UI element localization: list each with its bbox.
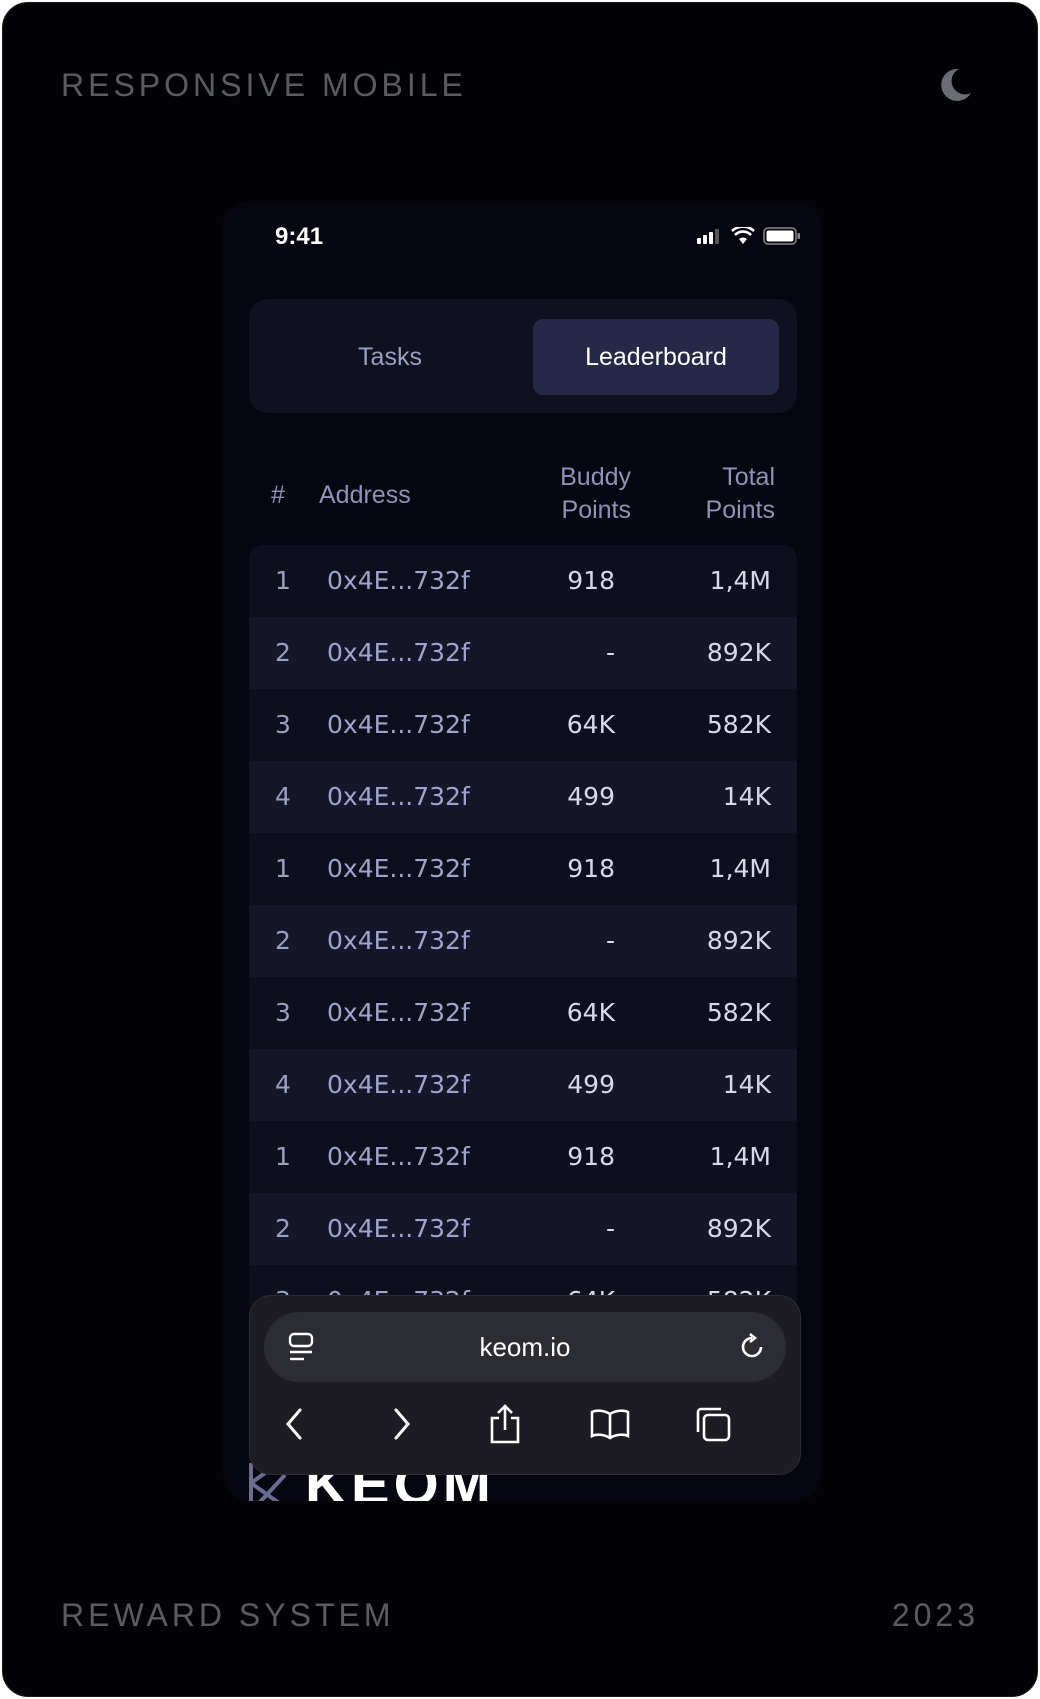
status-icons — [697, 227, 801, 245]
row-buddy-points: 64K — [566, 998, 615, 1027]
table-row[interactable]: 1 0x4E...732f 918 1,4M — [249, 833, 797, 905]
signal-icon — [697, 229, 719, 244]
header-buddy-line1: Buddy — [560, 463, 631, 491]
row-buddy-points: 918 — [567, 566, 615, 595]
row-rank: 4 — [275, 782, 291, 811]
row-rank: 1 — [275, 854, 291, 883]
bookmarks-button[interactable] — [580, 1394, 640, 1454]
table-row[interactable]: 4 0x4E...732f 499 14K — [249, 761, 797, 833]
tab-leaderboard[interactable]: Leaderboard — [533, 319, 779, 395]
row-address: 0x4E...732f — [327, 566, 470, 595]
url-bar[interactable]: keom.io — [264, 1312, 786, 1382]
status-time: 9:41 — [275, 223, 324, 250]
header-total-points: Total Points — [706, 461, 775, 527]
header-buddy-points: Buddy Points — [560, 461, 631, 527]
row-address: 0x4E...732f — [327, 638, 470, 667]
row-rank: 1 — [275, 1142, 291, 1171]
row-rank: 2 — [275, 926, 291, 955]
row-buddy-points: - — [605, 1214, 615, 1243]
row-total-points: 892K — [706, 1214, 771, 1243]
row-buddy-points: 918 — [567, 1142, 615, 1171]
battery-icon — [763, 227, 800, 245]
row-address: 0x4E...732f — [327, 1070, 470, 1099]
header-total-line1: Total — [722, 463, 775, 491]
table-row[interactable]: 2 0x4E...732f - 892K — [249, 1193, 797, 1265]
row-total-points: 14K — [722, 1070, 771, 1099]
tab-tasks[interactable]: Tasks — [267, 319, 513, 395]
row-rank: 1 — [275, 566, 291, 595]
row-address: 0x4E...732f — [327, 998, 470, 1027]
row-total-points: 892K — [706, 926, 771, 955]
header-total-line2: Points — [705, 496, 775, 524]
table-row[interactable]: 1 0x4E...732f 918 1,4M — [249, 1121, 797, 1193]
row-buddy-points: 64K — [566, 710, 615, 739]
row-buddy-points: 499 — [567, 1070, 615, 1099]
row-address: 0x4E...732f — [327, 1142, 470, 1171]
table-header: # Address Buddy Points Total Points — [249, 457, 797, 537]
row-buddy-points: - — [605, 926, 615, 955]
bottom-left-label: REWARD SYSTEM — [61, 1597, 395, 1633]
row-total-points: 892K — [706, 638, 771, 667]
forward-button[interactable] — [372, 1394, 432, 1454]
header-rank: # — [271, 481, 285, 509]
table-row[interactable]: 2 0x4E...732f - 892K — [249, 617, 797, 689]
row-address: 0x4E...732f — [327, 854, 470, 883]
header-address: Address — [319, 481, 411, 509]
bookmarks-icon — [590, 1409, 630, 1440]
reload-icon[interactable] — [736, 1331, 768, 1363]
bottom-right-label: 2023 — [891, 1597, 979, 1633]
share-button[interactable] — [475, 1394, 535, 1454]
browser-toolbar: keom.io — [249, 1295, 801, 1475]
row-total-points: 582K — [706, 998, 771, 1027]
back-icon — [286, 1408, 302, 1440]
row-rank: 2 — [275, 638, 291, 667]
row-buddy-points: 918 — [567, 854, 615, 883]
table-row[interactable]: 1 0x4E...732f 918 1,4M — [249, 545, 797, 617]
moon-icon[interactable] — [935, 65, 975, 105]
wifi-icon — [731, 227, 755, 244]
phone-screen: 9:41 Tasks Leaderboard # Address Buddy P… — [223, 201, 821, 1501]
url-text: keom.io — [479, 1332, 571, 1362]
table-row[interactable]: 3 0x4E...732f 64K 582K — [249, 689, 797, 761]
tabs-button[interactable] — [683, 1394, 743, 1454]
forward-icon — [394, 1408, 410, 1440]
row-address: 0x4E...732f — [327, 782, 470, 811]
table-row[interactable]: 4 0x4E...732f 499 14K — [249, 1049, 797, 1121]
table-row[interactable]: 2 0x4E...732f - 892K — [249, 905, 797, 977]
row-buddy-points: - — [605, 638, 615, 667]
row-address: 0x4E...732f — [327, 926, 470, 955]
row-total-points: 1,4M — [709, 1142, 771, 1171]
tab-switcher: Tasks Leaderboard — [249, 299, 797, 413]
share-icon — [490, 1404, 520, 1444]
row-total-points: 1,4M — [709, 854, 771, 883]
top-left-label: RESPONSIVE MOBILE — [61, 67, 467, 103]
presentation-card: RESPONSIVE MOBILE 9:41 Tasks Leaderboard… — [2, 2, 1038, 1697]
row-total-points: 1,4M — [709, 566, 771, 595]
back-button[interactable] — [264, 1394, 324, 1454]
header-buddy-line2: Points — [561, 496, 631, 524]
row-rank: 2 — [275, 1214, 291, 1243]
row-total-points: 582K — [706, 710, 771, 739]
row-address: 0x4E...732f — [327, 710, 470, 739]
tabs-icon — [696, 1407, 731, 1442]
row-total-points: 14K — [722, 782, 771, 811]
table-row[interactable]: 3 0x4E...732f 64K 582K — [249, 977, 797, 1049]
row-rank: 3 — [275, 710, 291, 739]
row-address: 0x4E...732f — [327, 1214, 470, 1243]
row-rank: 3 — [275, 998, 291, 1027]
row-rank: 4 — [275, 1070, 291, 1099]
row-buddy-points: 499 — [567, 782, 615, 811]
